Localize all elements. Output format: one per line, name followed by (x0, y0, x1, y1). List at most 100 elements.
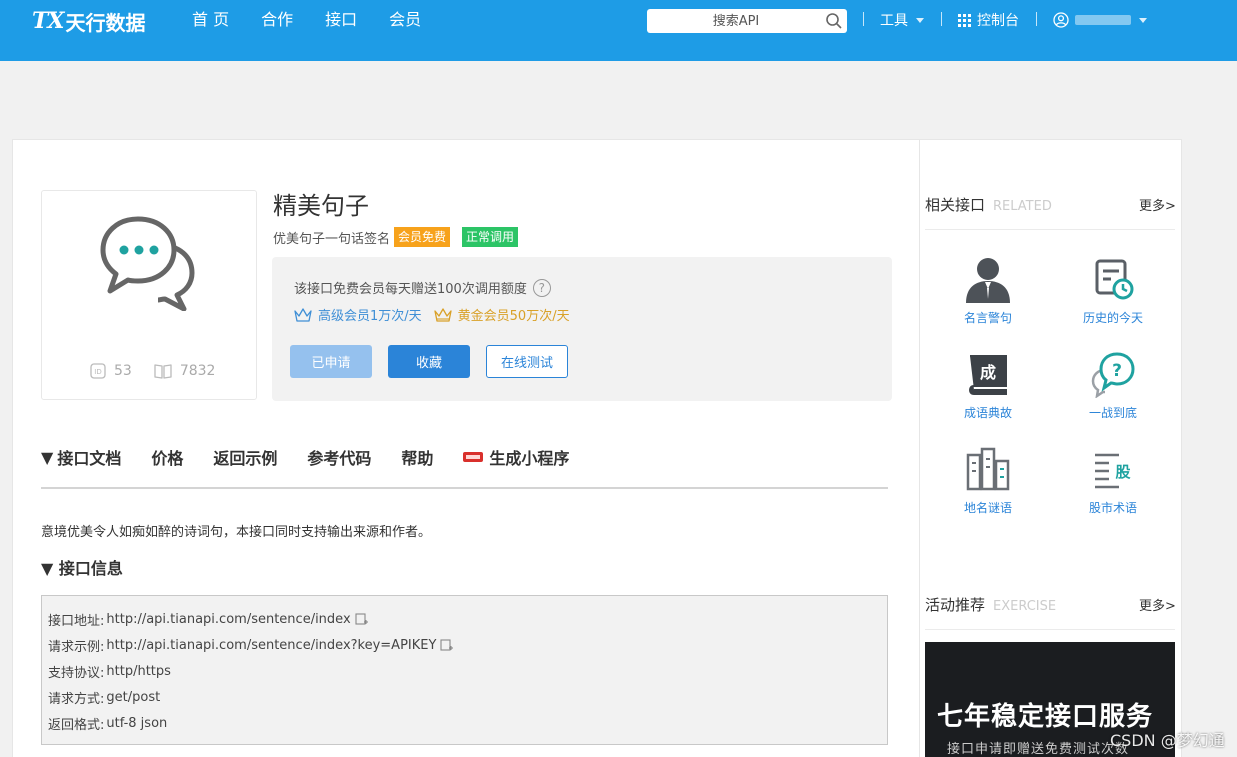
api-description: 意境优美令人如痴如醉的诗词句，本接口同时支持输出来源和作者。 (41, 525, 432, 540)
related-title: 相关接口 (925, 196, 986, 214)
info-label: 请求示例: (48, 640, 105, 655)
nav-api[interactable]: 接口 (325, 8, 357, 32)
search-input[interactable] (647, 9, 847, 33)
tab-label: 接口文档 (57, 449, 122, 468)
svg-text:股: 股 (1115, 463, 1131, 481)
tab-api-docs[interactable]: ▼ 接口文档 (41, 445, 121, 469)
tab-label: 返回示例 (213, 449, 278, 468)
quota-text: 该接口免费会员每天赠送100次调用额度 (294, 282, 527, 297)
crown-icon (294, 307, 312, 322)
related-label: 一战到底 (1088, 406, 1137, 420)
grid-icon (958, 13, 971, 27)
info-row-protocol: 支持协议: http/https (48, 662, 171, 681)
tab-price[interactable]: 价格 (151, 445, 183, 469)
tools-menu[interactable]: 工具 (880, 8, 924, 32)
copy-icon[interactable] (440, 639, 454, 652)
copy-icon[interactable] (355, 613, 368, 626)
related-label: 历史的今天 (1082, 311, 1143, 325)
question-bubble-icon: ? (1091, 352, 1135, 398)
collect-button[interactable]: 收藏 (388, 345, 470, 378)
user-menu[interactable] (1053, 8, 1147, 32)
related-item-quotes[interactable]: 名言警句 (938, 255, 1038, 326)
stock-list-icon: 股 (1095, 453, 1131, 489)
info-value[interactable]: http://api.tianapi.com/sentence/index?ke… (106, 638, 436, 653)
svg-text:成: 成 (980, 363, 996, 382)
related-en: RELATED (993, 199, 1052, 214)
activity-title: 活动推荐 (925, 596, 986, 614)
tab-label: 帮助 (401, 449, 434, 468)
api-detail-card: ID 53 7832 精美句子 优美句子一句话签名 会员免费 正常调用 该接口免… (12, 139, 1182, 757)
tier-gold[interactable]: 黄金会员50万次/天 (434, 305, 570, 324)
api-id: ID 53 (90, 363, 132, 379)
tab-reference-code[interactable]: 参考代码 (307, 445, 371, 469)
help-icon[interactable]: ? (532, 278, 551, 297)
related-item-history-today[interactable]: 历史的今天 (1063, 255, 1163, 326)
chat-bubbles-icon (100, 216, 195, 311)
main-nav: 首 页 合作 接口 会员 (192, 8, 453, 32)
sidebar-divider (925, 629, 1175, 630)
console-label: 控制台 (977, 13, 1019, 29)
api-stats: ID 53 7832 (90, 363, 237, 379)
section-title: ▼ 接口信息 (41, 555, 123, 579)
info-row-endpoint: 接口地址: http://api.tianapi.com/sentence/in… (48, 610, 368, 629)
search-box (647, 9, 847, 33)
search-icon[interactable] (825, 12, 843, 30)
api-views: 7832 (154, 363, 215, 379)
tier-advanced[interactable]: 高级会员1万次/天 (294, 305, 422, 324)
nav-home[interactable]: 首 页 (192, 8, 229, 32)
info-label: 接口地址: (48, 614, 105, 629)
svg-text:?: ? (1112, 361, 1122, 381)
doc-tabs: ▼ 接口文档 价格 返回示例 参考代码 帮助 生成小程序 (41, 445, 599, 469)
member-tiers: 高级会员1万次/天 黄金会员50万次/天 (294, 305, 582, 324)
api-title: 精美句子 (273, 192, 369, 220)
info-value: http/https (106, 664, 171, 679)
related-item-stock-terms[interactable]: 股 股市术语 (1063, 445, 1163, 516)
tier-gold-label: 黄金会员50万次/天 (457, 309, 570, 324)
header-divider (863, 12, 864, 26)
tab-mini-program[interactable]: 生成小程序 (463, 445, 569, 469)
tools-label: 工具 (880, 13, 908, 29)
sidebar-divider (919, 140, 920, 757)
logo-text: 天行数据 (65, 10, 146, 35)
related-label: 名言警句 (963, 311, 1012, 325)
info-label: 支持协议: (48, 666, 105, 681)
tab-help[interactable]: 帮助 (401, 445, 433, 469)
nav-cooperation[interactable]: 合作 (261, 8, 293, 32)
nav-member[interactable]: 会员 (389, 8, 421, 32)
applied-button[interactable]: 已申请 (290, 345, 372, 378)
site-logo[interactable]: TX 天行数据 (32, 8, 146, 35)
api-subtitle-text: 优美句子一句话签名 (273, 231, 391, 247)
info-value: get/post (106, 690, 161, 705)
user-icon (1053, 12, 1069, 28)
chevron-down-icon (1139, 17, 1147, 23)
tab-response-example[interactable]: 返回示例 (213, 445, 277, 469)
api-id-value: 53 (114, 363, 132, 379)
tab-label: 价格 (151, 449, 184, 468)
new-tag-icon (463, 452, 484, 462)
online-test-button[interactable]: 在线测试 (486, 345, 568, 378)
related-item-quiz[interactable]: ? 一战到底 (1063, 350, 1163, 421)
watermark: CSDN @梦幻通灵 (1110, 731, 1225, 757)
activity-more-link[interactable]: 更多> (1139, 595, 1176, 614)
sidebar-divider (925, 229, 1175, 230)
api-icon-box: ID 53 7832 (41, 190, 257, 400)
related-more-link[interactable]: 更多> (1139, 195, 1176, 214)
related-heading: 相关接口 RELATED (925, 194, 1052, 215)
triangle-down-icon: ▼ (41, 559, 54, 578)
info-value: utf-8 json (106, 716, 168, 731)
related-label: 股市术语 (1088, 501, 1137, 515)
header-divider (1036, 12, 1037, 26)
member-free-badge: 会员免费 (394, 227, 451, 247)
related-item-place-riddles[interactable]: 地名谜语 (938, 445, 1038, 516)
tab-label: 生成小程序 (489, 449, 570, 468)
info-label: 请求方式: (48, 692, 105, 707)
related-item-idioms[interactable]: 成 成语典故 (938, 350, 1038, 421)
tier-advanced-label: 高级会员1万次/天 (318, 309, 422, 324)
logo-mark: TX (32, 8, 64, 34)
related-label: 成语典故 (963, 406, 1012, 420)
status-badge: 正常调用 (462, 227, 519, 247)
console-link[interactable]: 控制台 (958, 8, 1019, 32)
crown-icon (434, 307, 452, 322)
tab-label: 参考代码 (307, 449, 372, 468)
info-value[interactable]: http://api.tianapi.com/sentence/index (106, 612, 350, 627)
